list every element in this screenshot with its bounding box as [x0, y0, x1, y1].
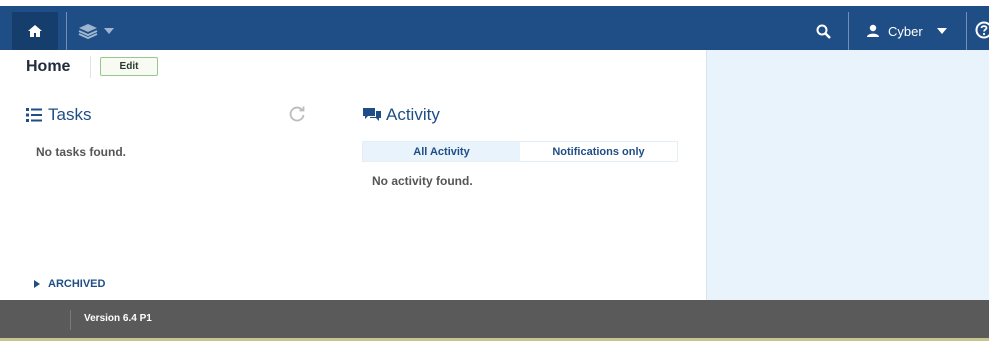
activity-heading: Activity [362, 105, 440, 125]
page-title: Home [26, 58, 71, 75]
version-label: Version 6.4 P1 [84, 313, 152, 324]
search-icon [816, 24, 831, 39]
toolbar-divider [966, 12, 967, 50]
refresh-tasks-button[interactable] [288, 105, 308, 125]
help-icon [975, 21, 989, 39]
tab-notifications-only[interactable]: Notifications only [520, 142, 677, 161]
dashboard-main: Home Edit Tasks No tasks found. Activity… [0, 50, 706, 300]
chevron-down-icon [104, 28, 114, 34]
activity-empty-message: No activity found. [372, 174, 473, 188]
home-icon [28, 25, 42, 37]
layers-icon [78, 24, 98, 39]
chevron-down-icon [936, 28, 947, 34]
edit-button[interactable]: Edit [100, 57, 158, 76]
user-name: Cyber [888, 23, 923, 39]
caret-right-icon [34, 280, 40, 288]
search-button[interactable] [808, 16, 838, 46]
task-list-icon [26, 108, 42, 122]
footer-divider [70, 310, 71, 330]
archived-toggle[interactable]: ARCHIVED [34, 278, 105, 290]
user-icon [867, 24, 879, 37]
refresh-icon [289, 106, 305, 122]
side-panel [706, 50, 989, 300]
activity-heading-label: Activity [386, 105, 440, 124]
tasks-heading-label: Tasks [48, 105, 92, 124]
home-button[interactable] [12, 12, 58, 50]
top-navigation-bar: Cyber [0, 0, 989, 50]
toolbar-divider [66, 12, 67, 50]
help-button[interactable] [974, 20, 989, 40]
tasks-heading: Tasks [26, 105, 91, 125]
workspace-menu-button[interactable] [78, 16, 128, 46]
toolbar-divider [848, 12, 849, 50]
chat-bubbles-icon [363, 108, 381, 121]
title-divider [90, 56, 91, 78]
tasks-empty-message: No tasks found. [36, 145, 127, 159]
user-menu-button[interactable]: Cyber [856, 16, 961, 46]
activity-filter-tabs: All Activity Notifications only [362, 141, 678, 162]
tab-all-activity[interactable]: All Activity [363, 142, 520, 161]
footer-bar: Version 6.4 P1 [0, 300, 989, 338]
archived-label: ARCHIVED [48, 278, 106, 290]
